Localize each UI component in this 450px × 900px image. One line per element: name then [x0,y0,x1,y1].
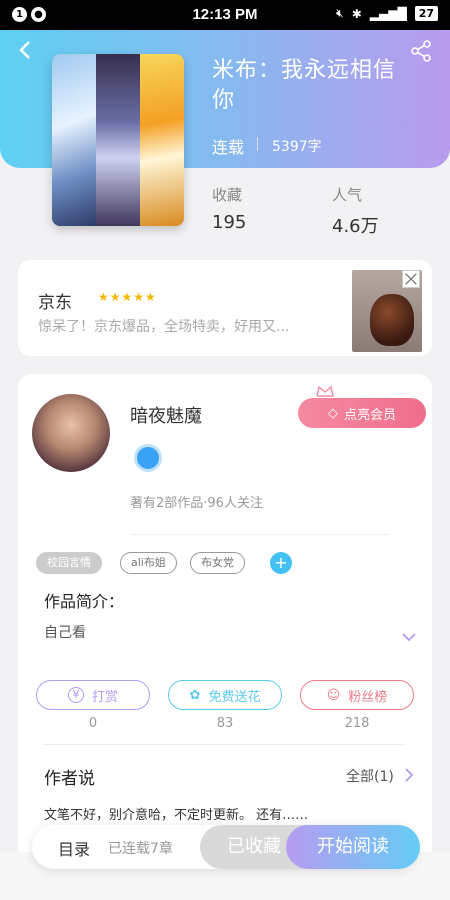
fan-count: 218 [344,716,370,731]
vip-button[interactable]: ◇ 点亮会员 [298,398,426,428]
intro-text: 自己看 [44,625,86,641]
flower-label: 免费送花 [208,689,261,705]
chevron-down-icon[interactable] [402,632,416,642]
divider [257,137,258,151]
fan-rank-button[interactable]: ☺ 粉丝榜 [300,680,414,710]
close-icon[interactable] [402,270,420,288]
battery-icon: 27 [414,6,438,21]
divider [44,744,406,745]
flower-count: 83 [216,716,234,731]
author-meta: 著有2部作品·96人关注 [130,496,263,511]
favorites-count: 195 [212,212,247,233]
chapter-count: 已连载7章 [108,841,173,857]
signal-icon: ▂▄▆█ [369,6,407,21]
bluetooth-icon: ✱ [351,6,362,21]
popularity-count: 4.6万 [332,216,379,237]
vip-label: 点亮会员 [343,407,396,423]
book-status: 连载 [212,138,245,157]
intro-heading: 作品简介： [44,592,125,611]
word-count: 5397字 [272,139,322,155]
reward-button[interactable]: ¥ 打赏 [36,680,150,710]
author-avatar[interactable] [32,394,110,472]
coin-icon: ¥ [67,687,84,703]
author-says-all-link[interactable]: 全部(1) [346,766,394,786]
author-name[interactable]: 暗夜魅魔 [130,402,202,428]
fan-icon: ☺ [326,687,341,703]
tag-ali[interactable]: ali布姐 [120,552,177,574]
favorites-label: 收藏 [212,186,243,204]
book-title: 米布：我永远相信你 [212,58,397,113]
status-bar: 1 ● 12:13 PM 🔇︎ ✱ ▂▄▆█ 27 [0,0,450,30]
flower-button[interactable]: ✿ 免费送花 [168,680,282,710]
add-tag-button[interactable]: + [270,552,292,574]
chevron-right-icon[interactable] [404,768,414,782]
back-arrow-icon[interactable] [16,40,36,60]
crown-icon [316,385,334,397]
mute-icon: 🔇︎ [336,6,344,20]
author-says-heading: 作者说 [44,769,95,789]
book-cover[interactable] [52,54,184,226]
ad-text: 惊呆了！京东爆品，全场特卖，好用又... [38,319,290,335]
author-badge-icon [134,444,162,472]
rating-stars-icon: ★★★★★ [98,290,157,304]
ad-banner[interactable]: 京东 ★★★★★ 惊呆了！京东爆品，全场特卖，好用又... [18,260,432,356]
diamond-icon: ◇ [327,405,338,421]
toc-button[interactable]: 目录 [58,836,90,860]
start-reading-button[interactable]: 开始阅读 [286,825,420,869]
author-says-text: 文笔不好，别介意哈，不定时更新。 还有…… [44,808,309,823]
tag-campus[interactable]: 校园言情 [36,552,102,574]
ad-brand: 京东 [38,293,72,313]
tag-bunv[interactable]: 布女党 [190,552,245,574]
share-icon[interactable] [410,40,432,62]
reward-count: 0 [88,716,98,731]
popularity-label: 人气 [332,186,363,204]
flower-icon: ✿ [189,687,201,703]
reward-label: 打赏 [91,689,118,705]
divider [130,534,390,535]
fan-label: 粉丝榜 [348,689,388,705]
